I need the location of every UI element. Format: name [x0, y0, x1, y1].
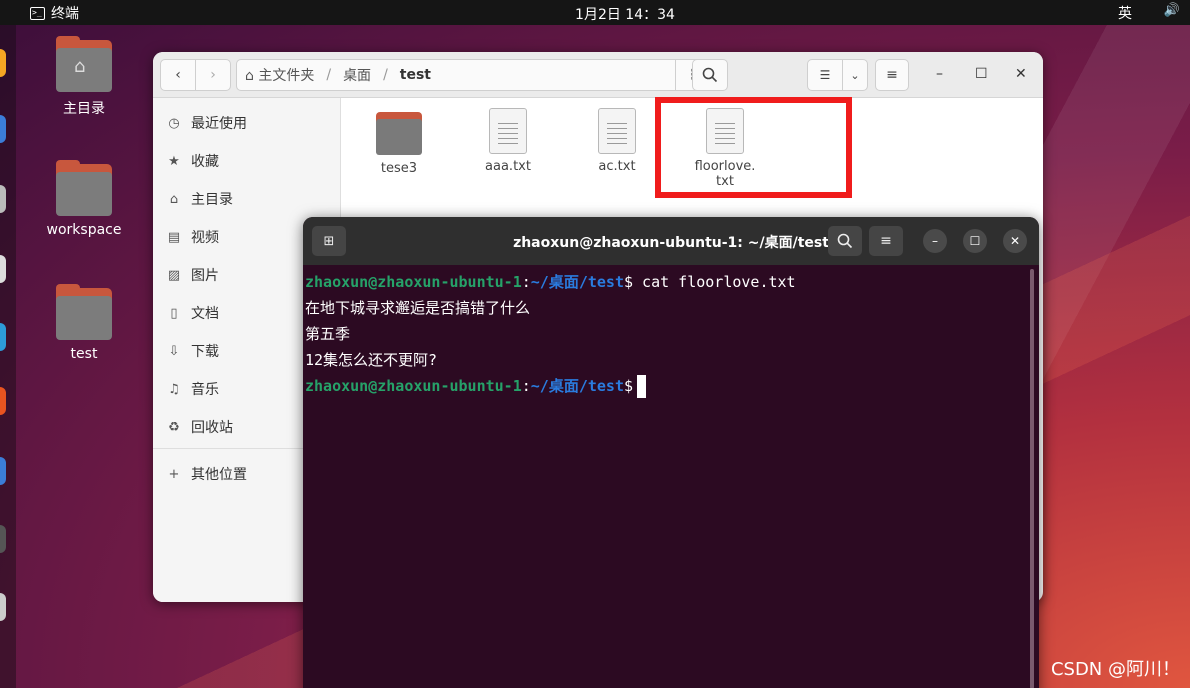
close-button[interactable]: ✕ [1015, 66, 1027, 82]
path-bar: ⌂ 主文件夹 / 桌面 / test ⋮ [236, 59, 710, 91]
command-text: cat floorlove.txt [633, 273, 796, 291]
search-button[interactable] [692, 59, 728, 91]
home-folder-icon: ⌂ [56, 36, 112, 92]
terminal-minimize-button[interactable]: – [923, 229, 947, 253]
desktop-icon-label: test [70, 346, 98, 362]
terminal-close-button[interactable]: ✕ [1003, 229, 1027, 253]
chevron-down-icon: ⌄ [850, 68, 860, 82]
file-item-ac-txt[interactable]: ac.txt [572, 108, 662, 174]
home-icon: ⌂ [169, 191, 179, 207]
minimize-button[interactable]: – [936, 66, 943, 82]
prompt-path: ~/桌面/test [530, 377, 624, 395]
search-icon [837, 233, 853, 249]
desktop-icon-label: 主目录 [63, 101, 105, 117]
path-current-button[interactable]: test [394, 67, 437, 83]
watermark: CSDN @阿川！ [1050, 659, 1180, 680]
prompt-user: zhaoxun@zhaoxun-ubuntu-1 [305, 377, 522, 395]
dock-app-icon[interactable] [0, 115, 6, 143]
sidebar-item-recent[interactable]: ◷ 最近使用 [165, 111, 247, 135]
file-name: tese3 [380, 161, 418, 176]
main-menu-button[interactable]: ≡ [875, 59, 909, 91]
sidebar-item-starred[interactable]: ★ 收藏 [165, 149, 219, 173]
path-home-button[interactable]: ⌂ 主文件夹 [237, 65, 320, 85]
desktop-icon-label: workspace [46, 222, 122, 238]
dock-app-icon[interactable] [0, 457, 6, 485]
file-name: aaa.txt [485, 159, 531, 174]
dock-app-icon[interactable] [0, 185, 6, 213]
forward-button[interactable]: › [195, 59, 231, 91]
terminal-line: 在地下城寻求邂逅是否搞错了什么 [305, 299, 531, 317]
folder-icon [56, 160, 112, 216]
sidebar-item-videos[interactable]: ▤ 视频 [165, 225, 219, 249]
dock-app-icon[interactable] [0, 525, 6, 553]
prompt-path: ~/桌面/test [530, 273, 624, 291]
dock-app-icon[interactable] [0, 49, 6, 77]
view-list-button[interactable]: ☰ [807, 59, 843, 91]
terminal-window: ⊞ zhaoxun@zhaoxun-ubuntu-1: ~/桌面/test ≡ … [303, 217, 1039, 688]
document-icon: ▯ [170, 305, 178, 321]
text-file-icon [598, 108, 636, 154]
terminal-line: 12集怎么还不更阿? [305, 351, 438, 369]
folder-icon [376, 112, 422, 155]
terminal-headerbar: ⊞ zhaoxun@zhaoxun-ubuntu-1: ~/桌面/test ≡ … [303, 217, 1039, 265]
path-separator: / [383, 67, 388, 83]
file-item-tese3[interactable]: tese3 [354, 108, 444, 176]
music-icon: ♫ [168, 381, 180, 397]
sidebar-item-trash[interactable]: ♻ 回收站 [165, 415, 233, 439]
search-icon [702, 67, 718, 83]
terminal-menu-button[interactable]: ≡ [869, 226, 903, 256]
terminal-cursor [637, 375, 647, 398]
input-method-indicator[interactable]: 英 [1118, 3, 1132, 23]
maximize-button[interactable]: ☐ [975, 66, 988, 82]
download-icon: ⇩ [168, 343, 180, 359]
speaker-icon[interactable]: 🔊 [1164, 3, 1180, 18]
terminal-search-button[interactable] [828, 226, 862, 256]
sidebar-item-documents[interactable]: ▯ 文档 [165, 301, 219, 325]
list-view-icon: ☰ [819, 68, 831, 82]
sidebar-item-downloads[interactable]: ⇩ 下载 [165, 339, 219, 363]
dock-app-icon[interactable] [0, 255, 6, 283]
terminal-maximize-button[interactable]: ☐ [963, 229, 987, 253]
path-separator: / [326, 67, 332, 83]
clock-icon: ◷ [168, 115, 180, 131]
chevron-left-icon: ‹ [175, 67, 181, 83]
sidebar-item-other-locations[interactable]: + 其他位置 [165, 462, 247, 486]
terminal-output[interactable]: zhaoxun@zhaoxun-ubuntu-1:~/桌面/test$ cat … [305, 269, 1025, 399]
dock-app-icon[interactable] [0, 593, 6, 621]
hamburger-icon: ≡ [886, 67, 898, 83]
back-button[interactable]: ‹ [160, 59, 196, 91]
dock-app-icon[interactable] [0, 323, 6, 351]
terminal-line: zhaoxun@zhaoxun-ubuntu-1:~/桌面/test$ [305, 373, 1025, 399]
text-file-icon [489, 108, 527, 154]
terminal-line: zhaoxun@zhaoxun-ubuntu-1:~/桌面/test$ cat … [305, 273, 796, 291]
image-icon: ▨ [167, 267, 181, 283]
plus-icon: + [168, 466, 180, 482]
file-name: ac.txt [598, 159, 636, 174]
video-icon: ▤ [167, 229, 181, 245]
highlight-box [655, 97, 852, 198]
file-manager-headerbar: ‹ › ⌂ 主文件夹 / 桌面 / test ⋮ ☰ ⌄ ≡ – ☐ [153, 52, 1043, 98]
sidebar-item-pictures[interactable]: ▨ 图片 [165, 263, 219, 287]
hamburger-icon: ≡ [880, 233, 892, 249]
clock[interactable]: 1月2日 14：34 [0, 4, 1190, 24]
top-bar: >_ 终端 1月2日 14：34 英 🔊 [0, 0, 1190, 25]
folder-icon [56, 284, 112, 340]
home-icon: ⌂ [245, 68, 254, 84]
desktop-icon-workspace[interactable]: workspace [39, 160, 129, 238]
file-item-aaa-txt[interactable]: aaa.txt [463, 108, 553, 174]
desktop-icon-test[interactable]: test [39, 284, 129, 362]
terminal-scrollbar[interactable] [1030, 269, 1034, 688]
sidebar-item-music[interactable]: ♫ 音乐 [165, 377, 219, 401]
chevron-right-icon: › [210, 67, 216, 83]
view-options-button[interactable]: ⌄ [842, 59, 868, 91]
prompt-user: zhaoxun@zhaoxun-ubuntu-1 [305, 273, 522, 291]
star-icon: ★ [168, 153, 180, 169]
sidebar-item-home[interactable]: ⌂ 主目录 [165, 187, 233, 211]
trash-icon: ♻ [168, 419, 180, 435]
desktop-icon-home[interactable]: ⌂ 主目录 [39, 36, 129, 118]
dock-app-icon[interactable] [0, 387, 6, 415]
terminal-line: 第五季 [305, 325, 351, 343]
path-desktop-button[interactable]: 桌面 [337, 65, 377, 85]
dock [0, 25, 16, 688]
